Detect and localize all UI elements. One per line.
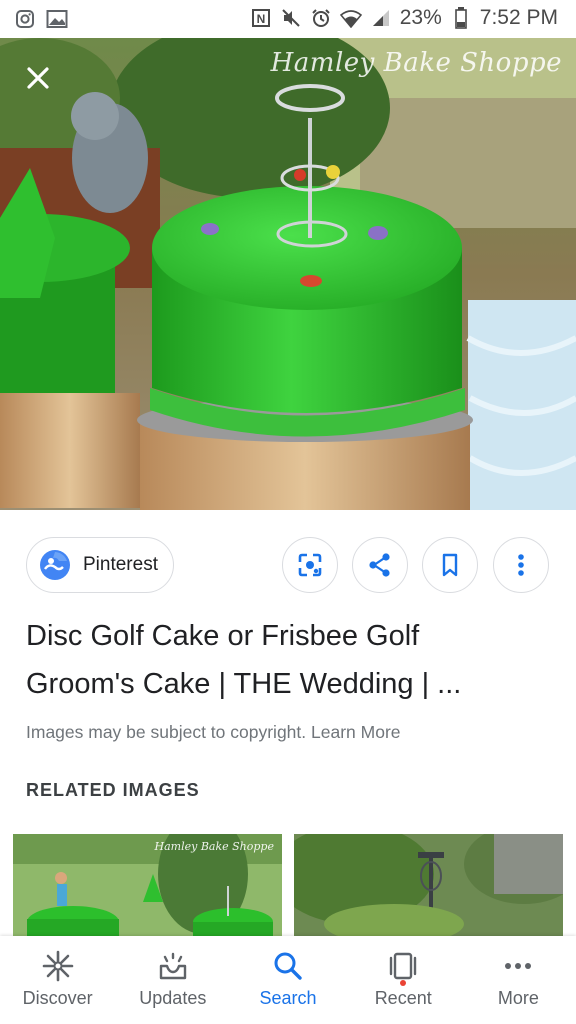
nav-more-label: More bbox=[497, 988, 539, 1008]
updates-icon bbox=[159, 952, 186, 980]
more-vert-icon bbox=[518, 554, 524, 576]
nav-discover[interactable]: Discover bbox=[0, 936, 115, 1024]
copyright-notice: Images may be subject to copyright. Lear… bbox=[26, 722, 401, 743]
nav-more[interactable]: More bbox=[461, 936, 576, 1024]
lens-button[interactable] bbox=[282, 537, 338, 593]
image-watermark: Hamley Bake Shoppe bbox=[270, 48, 562, 78]
recent-icon bbox=[390, 952, 417, 980]
battery-icon bbox=[450, 7, 472, 29]
recent-notification-dot bbox=[400, 980, 407, 986]
close-button[interactable] bbox=[18, 58, 58, 98]
bookmark-icon bbox=[442, 553, 458, 577]
search-icon bbox=[274, 952, 302, 980]
source-label: Pinterest bbox=[83, 554, 158, 575]
nav-updates-label: Updates bbox=[139, 988, 207, 1008]
cake-photo bbox=[0, 38, 576, 510]
alarm-icon bbox=[310, 7, 332, 29]
related-thumbnail[interactable]: Hamley Bake Shoppe bbox=[13, 834, 282, 936]
nav-search[interactable]: Search bbox=[230, 936, 345, 1024]
nav-search-label: Search bbox=[259, 988, 317, 1008]
related-thumbnail-image bbox=[294, 834, 563, 936]
nav-updates[interactable]: Updates bbox=[115, 936, 230, 1024]
lens-icon bbox=[298, 553, 322, 577]
status-bar: N 23% 7:52 PM bbox=[0, 0, 576, 38]
wifi-icon bbox=[339, 7, 362, 29]
nfc-icon: N bbox=[250, 7, 272, 29]
more-options-button[interactable] bbox=[493, 537, 549, 593]
bottom-navigation: Discover Updates Search Recent More bbox=[0, 936, 576, 1024]
gallery-icon bbox=[46, 8, 68, 30]
svg-text:N: N bbox=[256, 12, 265, 26]
share-button[interactable] bbox=[352, 537, 408, 593]
nav-recent-label: Recent bbox=[374, 988, 432, 1008]
hero-image[interactable]: Hamley Bake Shoppe bbox=[0, 38, 576, 510]
signal-icon bbox=[370, 7, 392, 29]
related-thumbnail[interactable] bbox=[294, 834, 563, 936]
related-images-heading: RELATED IMAGES bbox=[26, 780, 200, 800]
copyright-text: Images may be subject to copyright. bbox=[26, 722, 307, 742]
share-icon bbox=[369, 553, 390, 577]
clock-time: 7:52 PM bbox=[479, 6, 558, 29]
instagram-icon bbox=[14, 8, 36, 30]
bookmark-button[interactable] bbox=[422, 537, 478, 593]
battery-percent: 23% bbox=[399, 6, 442, 29]
close-icon bbox=[27, 67, 49, 89]
result-title-line2: Groom's Cake | THE Wedding | ... bbox=[26, 668, 462, 700]
nav-recent[interactable]: Recent bbox=[346, 936, 461, 1024]
thumbnail-watermark: Hamley Bake Shoppe bbox=[154, 840, 274, 853]
discover-icon bbox=[42, 950, 73, 982]
pinterest-icon bbox=[40, 550, 70, 580]
source-chip[interactable]: Pinterest bbox=[26, 537, 174, 593]
learn-more-link[interactable]: Learn More bbox=[311, 722, 401, 742]
result-title-line1: Disc Golf Cake or Frisbee Golf bbox=[26, 620, 420, 652]
result-title[interactable]: Disc Golf Cake or Frisbee Golf Groom's C… bbox=[26, 612, 556, 708]
nav-discover-label: Discover bbox=[22, 988, 93, 1008]
more-icon bbox=[505, 963, 532, 969]
mute-icon bbox=[280, 7, 302, 29]
